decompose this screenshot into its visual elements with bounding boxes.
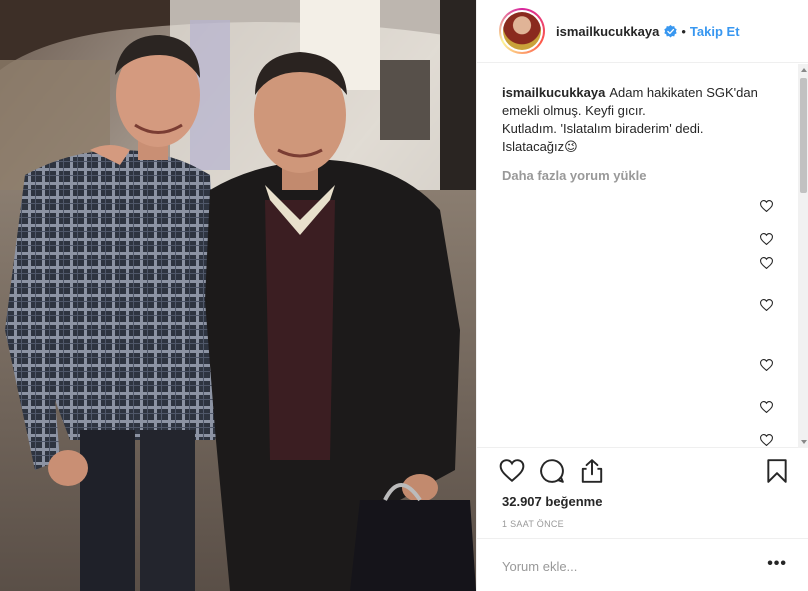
comment-like-heart-icon[interactable] [760, 233, 773, 245]
comments-scrollbar[interactable] [798, 64, 808, 448]
post-photo[interactable] [0, 0, 476, 591]
comment-input[interactable] [502, 556, 752, 576]
comment-like-heart-icon[interactable] [760, 200, 773, 212]
verified-badge-icon [664, 24, 678, 37]
more-options-icon[interactable]: ••• [767, 556, 787, 572]
caption: ismailkucukkaya Adam hakikaten SGK'dan em… [477, 64, 808, 156]
bookmark-icon[interactable] [764, 458, 790, 484]
comment-like-heart-icon[interactable] [760, 299, 773, 311]
load-more-comments-button[interactable]: Daha fazla yorum yükle [477, 156, 808, 183]
share-icon[interactable] [579, 458, 605, 484]
caption-line-2: Kutladım. 'Islatalım biraderim' dedi. [502, 121, 704, 136]
heart-icon[interactable] [499, 458, 525, 484]
scroll-down-arrow-icon[interactable] [801, 440, 807, 444]
post-photo-illustration [0, 0, 476, 591]
scroll-up-arrow-icon[interactable] [801, 68, 807, 72]
comment-bubble-icon[interactable] [539, 458, 565, 484]
caption-line-3: Islatacağız [502, 139, 565, 154]
username-link[interactable]: ismailkucukkaya [556, 24, 659, 39]
separator-dot: • [681, 23, 686, 39]
wink-emoji-icon: 😉 [564, 139, 578, 154]
comment-like-heart-icon[interactable] [760, 434, 773, 446]
post-timestamp[interactable]: 1 SAAT ÖNCE [502, 519, 564, 529]
comment-like-heart-icon[interactable] [760, 257, 773, 269]
likes-count[interactable]: 32.907 beğenme [502, 494, 602, 509]
follow-button[interactable]: Takip Et [690, 24, 740, 39]
avatar[interactable] [499, 8, 545, 54]
comment-like-heart-icon[interactable] [760, 401, 773, 413]
comment-like-heart-icon[interactable] [760, 359, 773, 371]
caption-username[interactable]: ismailkucukkaya [502, 85, 605, 100]
comments-section[interactable]: ismailkucukkaya Adam hakikaten SGK'dan em… [477, 64, 808, 448]
post-actions [499, 458, 790, 486]
add-comment-bar: ••• [477, 538, 808, 591]
post-header: ismailkucukkaya • Takip Et [477, 0, 808, 63]
post-details-panel: ismailkucukkaya • Takip Et ismailkucukka… [476, 0, 808, 591]
scroll-thumb[interactable] [800, 78, 807, 193]
